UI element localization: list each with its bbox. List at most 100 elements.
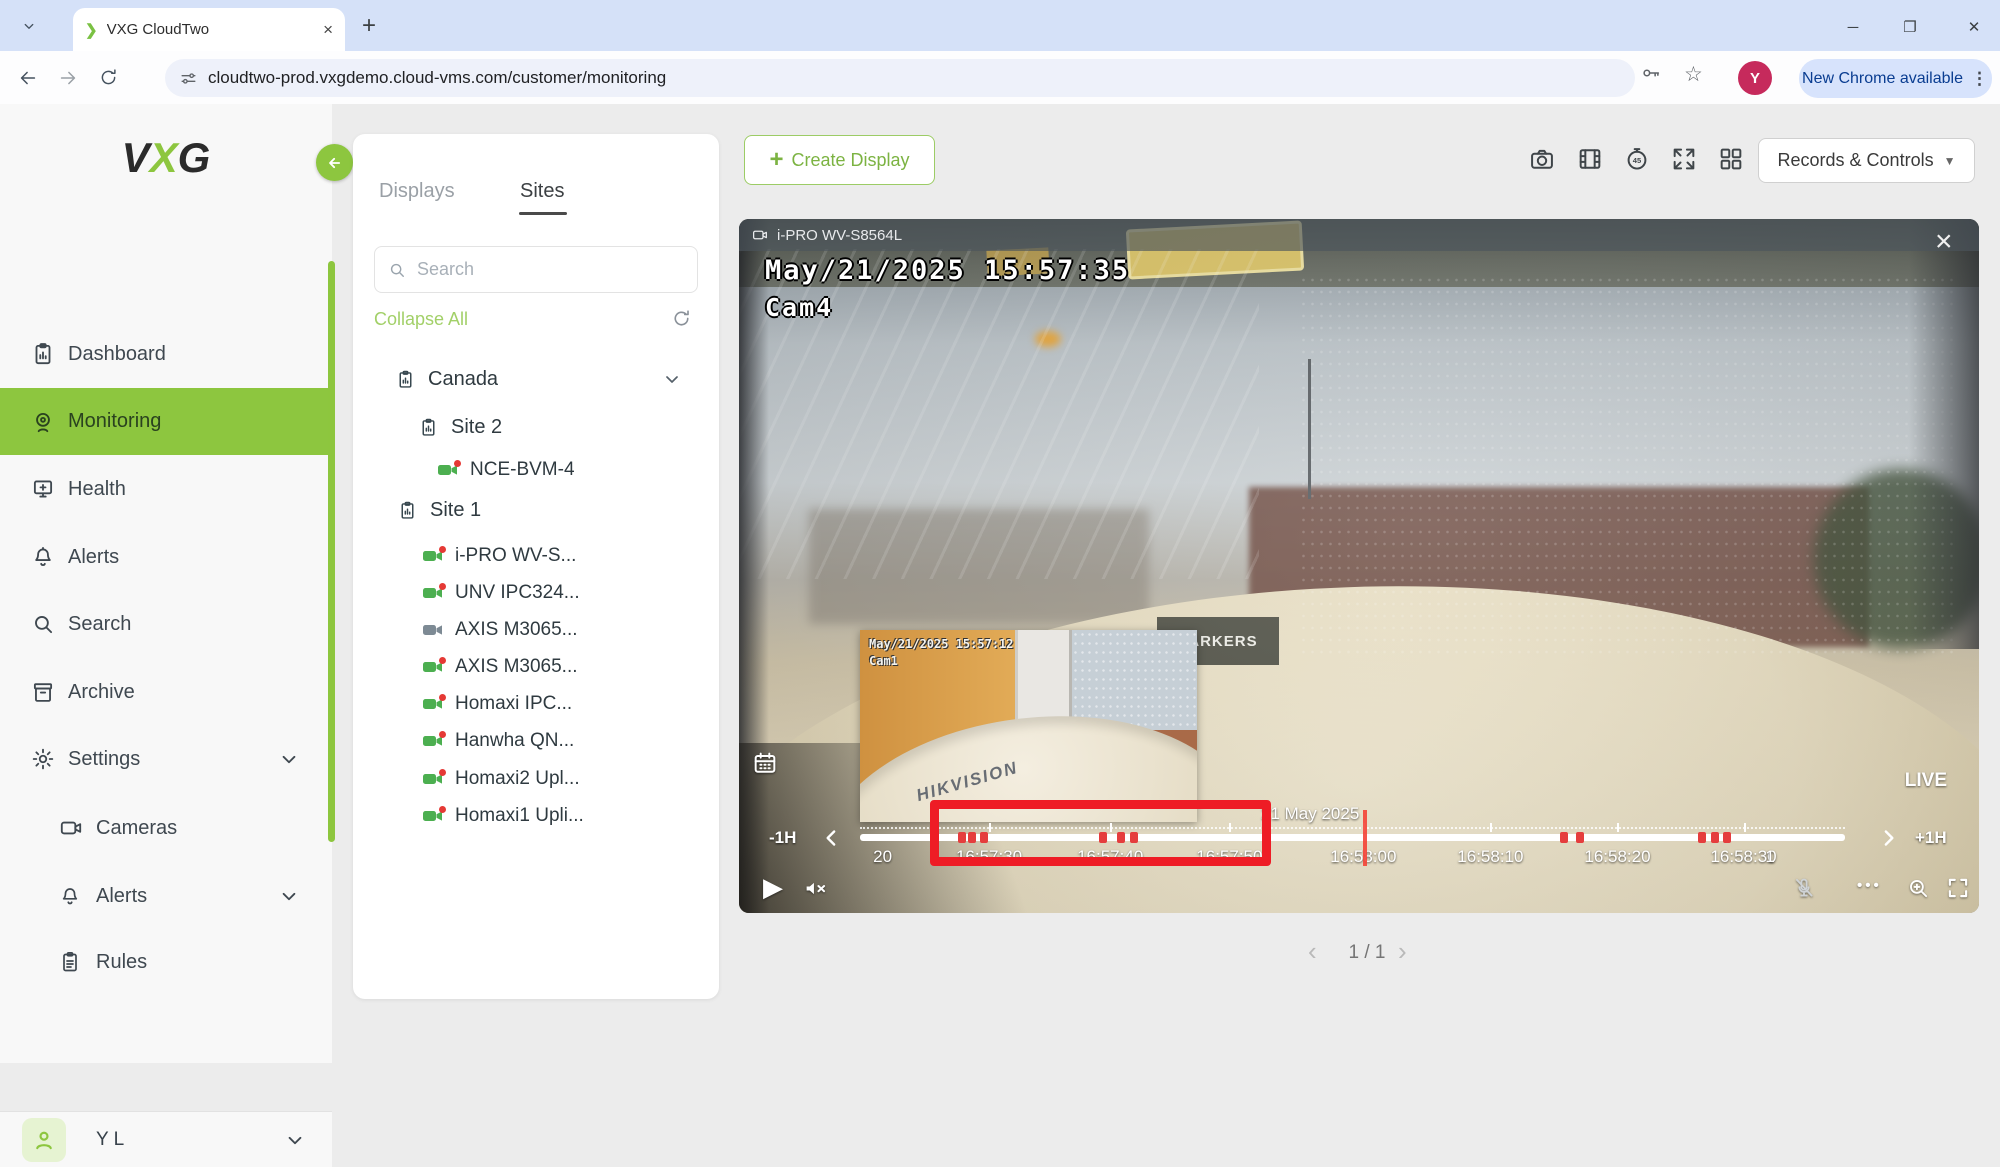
camera-online-icon bbox=[423, 659, 445, 675]
refresh-icon[interactable] bbox=[670, 307, 693, 330]
camera-online-icon bbox=[423, 733, 445, 749]
chrome-update-button[interactable]: New Chrome available ⋮ bbox=[1799, 59, 1992, 98]
site-icon bbox=[395, 369, 416, 390]
expand-fullscreen-icon[interactable] bbox=[1670, 145, 1698, 173]
address-bar[interactable]: cloudtwo-prod.vxgdemo.cloud-vms.com/cust… bbox=[165, 59, 1635, 97]
site-controls-icon[interactable] bbox=[179, 69, 198, 88]
password-key-icon[interactable] bbox=[1640, 62, 1662, 84]
sidebar-item-label: Monitoring bbox=[68, 410, 161, 433]
more-options-icon[interactable]: ••• bbox=[1857, 877, 1882, 894]
camera-online-icon bbox=[423, 696, 445, 712]
microphone-off-icon[interactable] bbox=[1791, 875, 1817, 901]
fullscreen-icon[interactable] bbox=[1945, 875, 1971, 901]
collapse-all-link[interactable]: Collapse All bbox=[374, 309, 468, 330]
snapshot-camera-icon[interactable] bbox=[1528, 145, 1556, 173]
chevron-down-icon[interactable] bbox=[660, 367, 684, 391]
timeline-prev-icon[interactable] bbox=[819, 825, 845, 851]
new-tab-button[interactable]: + bbox=[362, 15, 376, 37]
camera-title-bar: i-PRO WV-S8564L bbox=[739, 219, 1979, 251]
timeline-forward-1h-button[interactable]: +1H bbox=[1915, 828, 1947, 848]
live-badge: LIVE bbox=[1905, 770, 1947, 792]
tree-node-camera[interactable]: Homaxi2 Upl... bbox=[353, 761, 719, 797]
chevron-down-icon[interactable] bbox=[282, 1127, 308, 1153]
sidebar-item-cameras[interactable]: Cameras bbox=[0, 801, 332, 855]
tree-search-box[interactable] bbox=[374, 246, 698, 293]
tree-node-label: i-PRO WV-S... bbox=[455, 545, 576, 567]
sidebar-item-monitoring[interactable]: Monitoring bbox=[0, 388, 332, 455]
tree-node-camera[interactable]: Hanwha QN... bbox=[353, 723, 719, 759]
window-maximize-button[interactable]: ❐ bbox=[1893, 14, 1927, 40]
sidebar-item-rules[interactable]: Rules bbox=[0, 935, 332, 989]
layout-grid-icon[interactable] bbox=[1717, 145, 1745, 173]
film-clip-icon[interactable] bbox=[1576, 145, 1604, 173]
browser-menu-icon[interactable]: ⋮ bbox=[1971, 69, 1989, 89]
tree-node-label: Canada bbox=[428, 368, 498, 391]
tab-close-icon[interactable]: × bbox=[323, 20, 333, 40]
forward-button[interactable] bbox=[48, 58, 88, 98]
sidebar-item-label: Search bbox=[68, 613, 131, 636]
sidebar-item-dashboard[interactable]: Dashboard bbox=[0, 327, 332, 381]
timeline-next-icon[interactable] bbox=[1875, 825, 1901, 851]
tree-node-site1[interactable]: Site 1 bbox=[353, 492, 719, 528]
page-next-icon[interactable]: › bbox=[1398, 936, 1407, 967]
play-button[interactable]: ▶ bbox=[763, 872, 783, 903]
records-controls-dropdown[interactable]: Records & Controls ▼ bbox=[1758, 138, 1975, 183]
sidebar-item-alerts-settings[interactable]: Alerts bbox=[0, 869, 332, 923]
tree-node-camera[interactable]: Homaxi IPC... bbox=[353, 686, 719, 722]
calendar-icon[interactable] bbox=[751, 749, 779, 777]
window-close-button[interactable]: ✕ bbox=[1957, 14, 1991, 40]
tab-sites[interactable]: Sites bbox=[520, 180, 564, 203]
user-account-row[interactable]: Y L bbox=[0, 1111, 332, 1167]
tree-node-label: Homaxi1 Upli... bbox=[455, 805, 584, 827]
tab-displays[interactable]: Displays bbox=[379, 180, 455, 203]
create-display-label: Create Display bbox=[791, 150, 909, 171]
sidebar-item-label: Archive bbox=[68, 681, 135, 704]
sidebar-item-label: Alerts bbox=[96, 885, 147, 908]
tree-node-camera[interactable]: AXIS M3065... bbox=[353, 649, 719, 685]
tree-node-camera[interactable]: i-PRO WV-S... bbox=[353, 538, 719, 574]
timeline-back-1h-button[interactable]: -1H bbox=[769, 828, 796, 848]
tree-node-canada[interactable]: Canada bbox=[353, 361, 719, 397]
osd-datetime: May/21/2025 15:57:35 bbox=[765, 255, 1130, 286]
profile-avatar[interactable]: Y bbox=[1738, 61, 1772, 95]
tab-search-chevron-icon[interactable] bbox=[14, 13, 44, 39]
video-player[interactable]: PARKERS i-PRO WV-S8564L May/21/2025 15:5… bbox=[739, 219, 1979, 913]
browser-tab-strip: ❯ VXG CloudTwo × + ─ ❐ ✕ bbox=[0, 0, 2000, 51]
camera-offline-icon bbox=[423, 622, 445, 638]
sidebar-item-search[interactable]: Search bbox=[0, 597, 332, 651]
create-display-button[interactable]: + Create Display bbox=[744, 135, 935, 185]
camera-online-icon bbox=[423, 771, 445, 787]
active-tab-underline bbox=[519, 212, 567, 215]
window-minimize-button[interactable]: ─ bbox=[1836, 14, 1870, 40]
zoom-in-icon[interactable] bbox=[1905, 875, 1931, 901]
volume-muted-icon[interactable] bbox=[801, 875, 828, 902]
bookmark-star-icon[interactable]: ☆ bbox=[1684, 62, 1703, 87]
search-input[interactable] bbox=[417, 259, 657, 280]
tree-node-site2[interactable]: Site 2 bbox=[353, 409, 719, 445]
sidebar-item-settings[interactable]: Settings bbox=[0, 732, 332, 786]
reload-button[interactable] bbox=[88, 58, 128, 98]
records-controls-label: Records & Controls bbox=[1778, 150, 1934, 171]
sidebar-collapse-button[interactable] bbox=[316, 144, 353, 181]
tree-node-camera[interactable]: UNV IPC324... bbox=[353, 575, 719, 611]
tree-node-camera[interactable]: NCE-BVM-4 bbox=[353, 452, 719, 488]
close-player-icon[interactable]: × bbox=[1935, 227, 1953, 257]
back-button[interactable] bbox=[8, 58, 48, 98]
timer-icon[interactable]: 45 bbox=[1623, 145, 1651, 173]
sidebar-item-archive[interactable]: Archive bbox=[0, 665, 332, 719]
sidebar-item-faces[interactable]: Faces bbox=[0, 1004, 332, 1007]
page-prev-icon[interactable]: ‹ bbox=[1308, 936, 1317, 967]
chevron-down-icon[interactable] bbox=[276, 746, 302, 772]
timeline-playhead[interactable] bbox=[1363, 810, 1367, 866]
svg-text:45: 45 bbox=[1633, 156, 1641, 165]
osd-camera-name: Cam4 bbox=[765, 293, 833, 322]
sidebar-item-alerts[interactable]: Alerts bbox=[0, 530, 332, 584]
tree-node-camera[interactable]: Homaxi1 Upli... bbox=[353, 798, 719, 834]
sidebar-scroll-indicator[interactable] bbox=[328, 261, 335, 842]
tree-node-label: Homaxi IPC... bbox=[455, 693, 572, 715]
gear-icon bbox=[30, 746, 56, 772]
tree-node-camera[interactable]: AXIS M3065... bbox=[353, 612, 719, 648]
chevron-down-icon[interactable] bbox=[276, 883, 302, 909]
sidebar-item-health[interactable]: Health bbox=[0, 462, 332, 516]
browser-tab[interactable]: ❯ VXG CloudTwo × bbox=[73, 8, 345, 51]
